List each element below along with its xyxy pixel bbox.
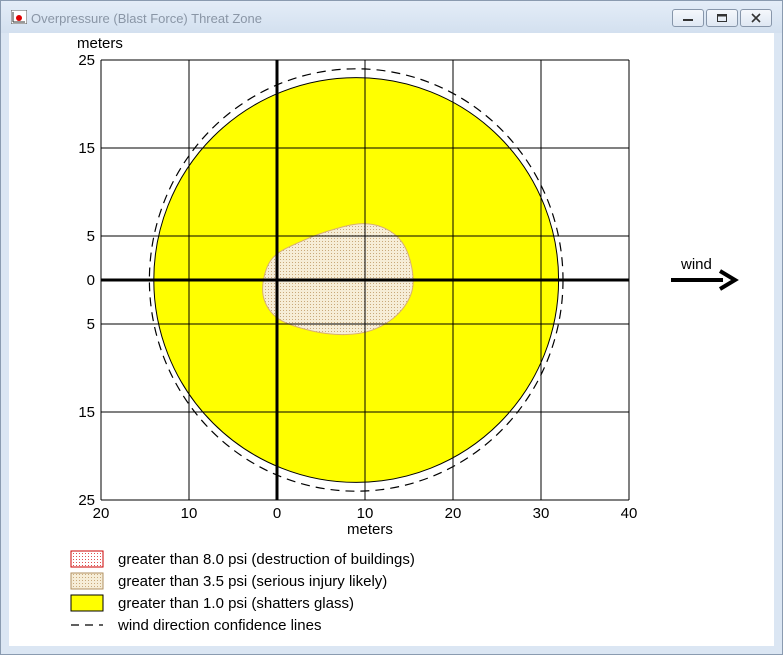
x-tick-label: 40 [621,505,638,522]
threat-zone-chart: 20 10 0 10 20 30 40 25 15 5 0 5 15 25 meters meters w… [70,35,739,634]
legend-swatch-8psi [70,550,104,568]
legend-swatch-1psi [70,594,104,612]
app-icon [11,10,27,24]
x-tick-label: 10 [357,505,374,522]
x-tick-label: 10 [181,505,198,522]
chart-area: 20 10 0 10 20 30 40 25 15 5 0 5 15 25 meters meters w… [9,33,774,646]
wind-label: wind [680,256,712,273]
y-tick-label: 5 [87,228,95,245]
y-axis-label: meters [77,35,123,52]
y-tick-label: 15 [78,140,95,157]
legend-swatch-3-5psi [70,572,104,590]
legend: greater than 8.0 psi (destruction of bui… [70,550,415,634]
y-tick-label: 15 [78,404,95,421]
y-tick-label: 25 [78,52,95,69]
x-axis-label: meters [347,521,393,538]
window-title: Overpressure (Blast Force) Threat Zone [31,11,262,26]
legend-label-3-5psi: greater than 3.5 psi (serious injury lik… [118,573,387,590]
y-tick-label: 25 [78,492,95,509]
legend-label-1psi: greater than 1.0 psi (shatters glass) [118,595,354,612]
restore-icon [717,14,727,22]
x-tick-label: 20 [93,505,110,522]
minimize-icon [683,19,693,21]
title-bar[interactable]: Overpressure (Blast Force) Threat Zone [1,1,782,33]
x-tick-label: 20 [445,505,462,522]
minimize-button[interactable] [672,9,704,27]
app-window: Overpressure (Blast Force) Threat Zone 2… [0,0,783,655]
wind-indicator: wind [671,256,739,291]
y-tick-label: 0 [87,272,95,289]
maximize-button[interactable] [706,9,738,27]
close-icon [751,13,761,23]
y-tick-label: 5 [87,316,95,333]
legend-label-confidence: wind direction confidence lines [117,617,321,634]
x-tick-label: 30 [533,505,550,522]
x-tick-label: 0 [273,505,281,522]
close-button[interactable] [740,9,772,27]
legend-label-8psi: greater than 8.0 psi (destruction of bui… [118,551,415,568]
